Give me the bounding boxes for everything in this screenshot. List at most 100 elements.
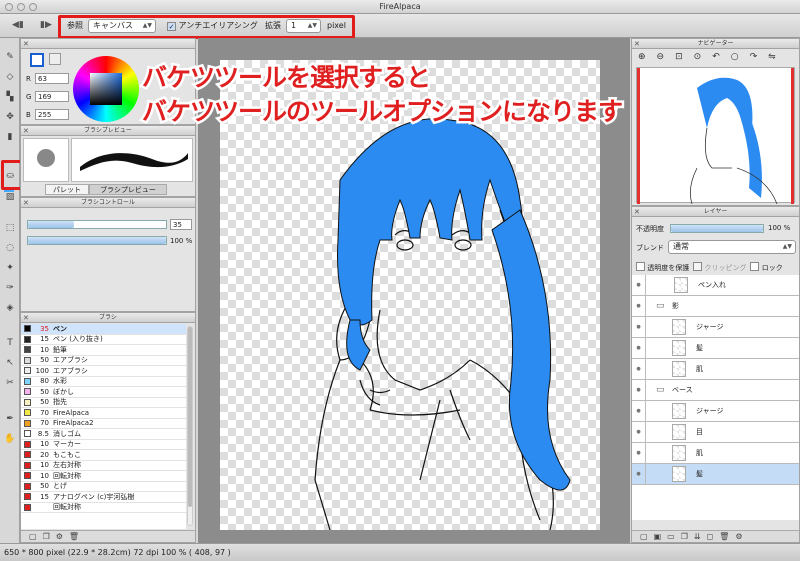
layer-row[interactable]: ● 肌 — [632, 359, 799, 380]
rotate-reset-icon[interactable]: ○ — [731, 52, 739, 62]
eyedropper-icon[interactable]: ✒ — [3, 412, 17, 426]
select-tool-icon[interactable]: ⬚ — [3, 221, 17, 235]
visibility-icon[interactable]: ● — [632, 422, 646, 442]
rotate-right-icon[interactable]: ↷ — [750, 52, 758, 62]
brush-opacity-slider[interactable] — [27, 236, 167, 245]
pen-tool-icon[interactable]: ✎ — [3, 50, 17, 64]
close-icon[interactable]: ✕ — [23, 126, 29, 136]
move-tool-icon[interactable]: ✥ — [3, 110, 17, 124]
brush-list-item[interactable]: 50 指先 — [21, 397, 186, 408]
delete-layer-icon[interactable]: 🗑 — [719, 531, 729, 542]
layer-row[interactable]: ● 髪 — [632, 464, 799, 485]
visibility-icon[interactable]: ● — [632, 296, 646, 316]
brush-list-item[interactable]: 20 もこもこ — [21, 450, 186, 461]
brush-list-item[interactable]: 35 ペン — [21, 324, 186, 335]
brush-list-item[interactable]: 15 ペン (入り抜き) — [21, 334, 186, 345]
visibility-icon[interactable]: ● — [632, 380, 646, 400]
dot-tool-icon[interactable]: ▚ — [3, 90, 17, 104]
clipping-option[interactable]: クリッピング — [693, 262, 746, 273]
visibility-icon[interactable]: ● — [632, 317, 646, 337]
duplicate-layer-icon[interactable]: ❐ — [681, 531, 688, 542]
blend-select[interactable]: 通常 ▲▼ — [668, 240, 796, 254]
zoom-actual-icon[interactable]: ⊙ — [694, 52, 702, 62]
brush-list-scroll-thumb[interactable] — [188, 327, 192, 507]
merge-layer-icon[interactable]: ⇊ — [694, 531, 701, 542]
brush-list-item[interactable]: 100 エアブラシ — [21, 366, 186, 377]
brush-list-item[interactable]: 70 FireAlpaca2 — [21, 418, 186, 429]
layer-folder-row[interactable]: ● ▭ 影 — [632, 296, 799, 317]
reference-select[interactable]: キャンバス ▲▼ — [88, 19, 156, 33]
brush-list-item[interactable]: 10 マーカー — [21, 439, 186, 450]
brush-list-item[interactable]: 10 回転対称 — [21, 471, 186, 482]
navigator-preview[interactable] — [636, 67, 795, 205]
document-canvas[interactable] — [220, 60, 600, 530]
antialias-checkbox[interactable]: ✓ — [167, 22, 176, 31]
text-tool-icon[interactable]: T — [3, 336, 17, 350]
protect-alpha-checkbox[interactable] — [636, 262, 645, 271]
hand-tool-icon[interactable]: ✋ — [3, 432, 17, 446]
minimize-window-button[interactable] — [17, 3, 25, 11]
expand-select[interactable]: 1 ▲▼ — [286, 19, 321, 33]
select-pen-icon[interactable]: ✑ — [3, 281, 17, 295]
tab-brush-preview[interactable]: ブラシプレビュー — [89, 184, 167, 195]
divide-tool-icon[interactable]: ✂ — [3, 376, 17, 390]
layer-row[interactable]: ● ペン入れ — [632, 275, 799, 296]
brush-list-item[interactable]: 50 エアブラシ — [21, 355, 186, 366]
zoom-out-icon[interactable]: ⊖ — [657, 52, 665, 62]
zoom-fit-icon[interactable]: ⊡ — [675, 52, 683, 62]
visibility-icon[interactable]: ● — [632, 359, 646, 379]
next-icon[interactable]: ▮▶ — [40, 20, 52, 30]
copy-brush-icon[interactable]: ❐ — [43, 531, 50, 542]
layer-row[interactable]: ● ジャージ — [632, 401, 799, 422]
layer-folder-row[interactable]: ● ▭ ベース — [632, 380, 799, 401]
new-layer-8bit-icon[interactable]: ▣ — [654, 531, 662, 542]
eraser-tool-icon[interactable]: ◇ — [3, 70, 17, 84]
primary-color-box[interactable] — [30, 53, 44, 67]
visibility-icon[interactable]: ● — [632, 443, 646, 463]
tab-palette[interactable]: パレット — [45, 184, 89, 195]
magic-wand-icon[interactable]: ✦ — [3, 261, 17, 275]
zoom-window-button[interactable] — [29, 3, 37, 11]
close-icon[interactable]: ✕ — [23, 313, 29, 323]
brush-list-item[interactable]: 50 ぼかし — [21, 387, 186, 398]
operation-tool-icon[interactable]: ↖ — [3, 356, 17, 370]
layer-row[interactable]: ● 髪 — [632, 338, 799, 359]
visibility-icon[interactable]: ● — [632, 464, 646, 484]
prev-icon[interactable]: ◀▮ — [12, 20, 24, 30]
protect-alpha-option[interactable]: 透明度を保護 — [636, 262, 689, 273]
fill-tool-icon[interactable]: ▨ — [3, 190, 17, 204]
select-eraser-icon[interactable]: ◈ — [3, 301, 17, 315]
brush-size-slider[interactable] — [27, 220, 167, 229]
layer-row[interactable]: ● 目 — [632, 422, 799, 443]
color-b-input[interactable]: 255 — [35, 109, 69, 120]
layer-opacity-slider[interactable] — [670, 224, 764, 233]
new-layer-icon[interactable]: ▢ — [640, 531, 648, 542]
brush-size-value[interactable]: 35 — [170, 219, 192, 230]
visibility-icon[interactable]: ● — [632, 275, 646, 295]
brush-list-item[interactable]: 80 水彩 — [21, 376, 186, 387]
brush-settings-icon[interactable]: ⚙ — [56, 531, 63, 542]
gradient-tool-icon[interactable]: ▮ — [3, 130, 17, 144]
close-icon[interactable]: ✕ — [23, 198, 29, 208]
lock-option[interactable]: ロック — [750, 262, 783, 273]
visibility-icon[interactable]: ● — [632, 401, 646, 421]
color-square[interactable] — [90, 73, 122, 105]
secondary-color-box[interactable] — [49, 53, 61, 65]
brush-list-item[interactable]: 10 左右対称 — [21, 460, 186, 471]
zoom-in-icon[interactable]: ⊕ — [638, 52, 646, 62]
delete-brush-icon[interactable]: 🗑 — [69, 531, 79, 542]
antialias-option[interactable]: ✓ アンチエイリアシング — [167, 19, 258, 33]
close-window-button[interactable] — [5, 3, 13, 11]
visibility-icon[interactable]: ● — [632, 338, 646, 358]
color-wheel[interactable] — [73, 56, 139, 122]
brush-list-scrollbar[interactable] — [187, 326, 193, 526]
new-folder-icon[interactable]: ▭ — [667, 531, 675, 542]
layer-row[interactable]: ● ジャージ — [632, 317, 799, 338]
lasso-tool-icon[interactable]: ◌ — [3, 241, 17, 255]
brush-list-item[interactable]: 10 鉛筆 — [21, 345, 186, 356]
color-r-input[interactable]: 63 — [35, 73, 69, 84]
brush-list-item[interactable]: 8.5 消しゴム — [21, 429, 186, 440]
lock-checkbox[interactable] — [750, 262, 760, 271]
brush-list-item[interactable]: 回転対称 — [21, 502, 186, 513]
rotate-left-icon[interactable]: ↶ — [712, 52, 720, 62]
